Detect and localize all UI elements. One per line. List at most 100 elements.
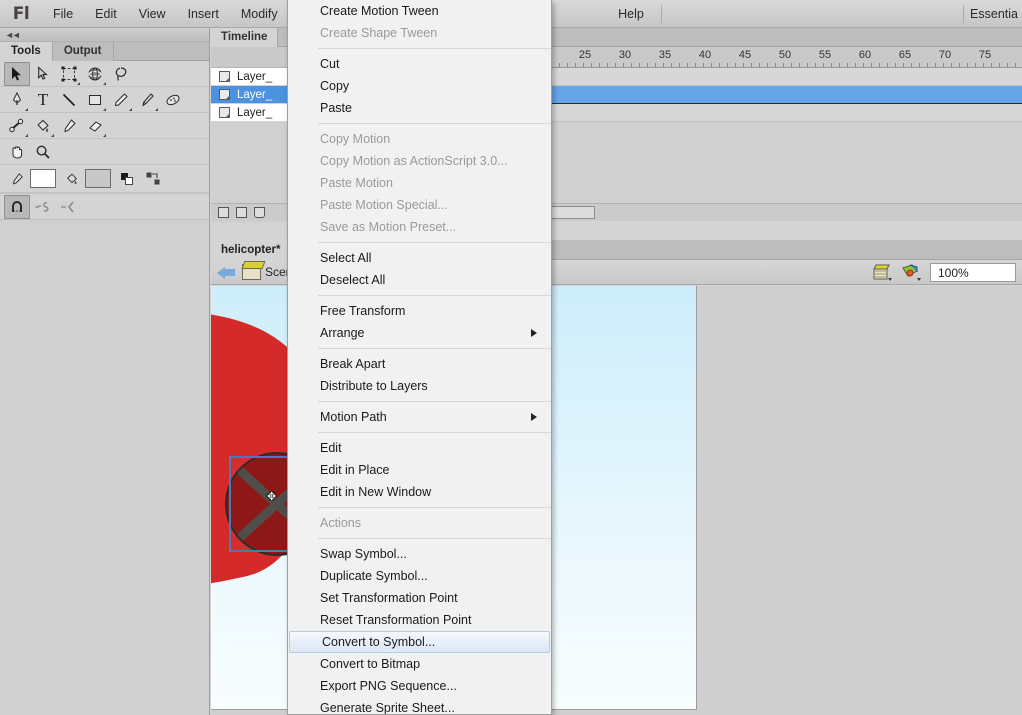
menu-item-duplicate-symbol[interactable]: Duplicate Symbol... <box>288 565 551 587</box>
straighten-option-icon[interactable] <box>56 195 82 219</box>
stroke-color-icon[interactable] <box>4 167 30 191</box>
ruler-tick <box>983 63 984 67</box>
menu-item-label: Arrange <box>320 326 364 340</box>
lasso-tool[interactable] <box>108 62 134 86</box>
tab-output[interactable]: Output <box>53 42 114 61</box>
tool-popup-corner-icon <box>25 108 28 111</box>
brush-tool[interactable] <box>134 88 160 112</box>
tools-row-view <box>0 139 209 165</box>
menu-item-edit-in-place[interactable]: Edit in Place <box>288 459 551 481</box>
ruler-tick <box>903 63 904 67</box>
pen-tool[interactable] <box>4 88 30 112</box>
menu-item-copy[interactable]: Copy <box>288 75 551 97</box>
ruler-label-35: 35 <box>659 49 671 61</box>
new-layer-icon[interactable] <box>218 207 229 218</box>
text-tool[interactable]: T <box>30 88 56 112</box>
menu-file[interactable]: File <box>42 0 84 28</box>
line-tool[interactable] <box>56 88 82 112</box>
tab-timeline[interactable]: Timeline <box>211 28 278 47</box>
menu-modify[interactable]: Modify <box>230 0 289 28</box>
tools-row-selection <box>0 61 209 87</box>
menu-item-cut[interactable]: Cut <box>288 53 551 75</box>
edit-symbols-icon[interactable] <box>901 263 923 281</box>
layer-row-1[interactable]: Layer_ <box>211 68 290 86</box>
swap-colors-button[interactable] <box>140 167 166 191</box>
paint-bucket-tool[interactable] <box>30 114 56 138</box>
back-arrow-icon[interactable] <box>217 265 236 280</box>
panel-collapse-bar[interactable]: ◄◄ <box>0 28 209 42</box>
zoom-level-input[interactable]: 100% <box>930 263 1016 282</box>
menu-item-edit-in-new-window[interactable]: Edit in New Window <box>288 481 551 503</box>
tools-row-modify <box>0 113 209 139</box>
collapse-chevrons-icon[interactable]: ◄◄ <box>5 29 19 41</box>
menu-item-edit[interactable]: Edit <box>288 437 551 459</box>
layer-type-icon <box>219 107 230 118</box>
layer-list: Layer_ Layer_ Layer_ <box>211 47 290 221</box>
menu-item-create-motion-tween[interactable]: Create Motion Tween <box>288 0 551 22</box>
ruler-tick <box>935 63 936 67</box>
delete-layer-icon[interactable] <box>254 207 265 218</box>
black-and-white-button[interactable] <box>114 167 140 191</box>
fill-color-swatch[interactable] <box>85 169 111 188</box>
bone-tool[interactable] <box>4 114 30 138</box>
selection-tool[interactable] <box>4 62 30 86</box>
ruler-tick <box>943 63 944 67</box>
eyedropper-tool[interactable] <box>56 114 82 138</box>
edit-scene-icon[interactable] <box>872 263 894 281</box>
context-menu[interactable]: Create Motion TweenCreate Shape TweenCut… <box>287 0 552 715</box>
layer-row-2[interactable]: Layer_ <box>211 86 290 104</box>
menu-item-motion-path[interactable]: Motion Path <box>288 406 551 428</box>
menu-item-set-transformation-point[interactable]: Set Transformation Point <box>288 587 551 609</box>
tools-panel: ◄◄ Tools Output <box>0 28 210 715</box>
3d-rotation-tool[interactable] <box>82 62 108 86</box>
menu-item-convert-to-bitmap[interactable]: Convert to Bitmap <box>288 653 551 675</box>
ruler-label-30: 30 <box>619 49 631 61</box>
snap-to-objects-icon[interactable] <box>4 195 30 219</box>
menu-item-convert-to-symbol[interactable]: Convert to Symbol... <box>289 631 550 653</box>
ruler-tick <box>727 63 728 67</box>
menu-item-distribute-to-layers[interactable]: Distribute to Layers <box>288 375 551 397</box>
tools-panel-empty-area <box>0 220 209 625</box>
menu-item-label: Copy Motion as ActionScript 3.0... <box>320 154 508 168</box>
deco-tool[interactable] <box>160 88 186 112</box>
tab-tools[interactable]: Tools <box>0 42 53 61</box>
menu-separator <box>318 538 551 539</box>
menu-item-swap-symbol[interactable]: Swap Symbol... <box>288 543 551 565</box>
fill-color-icon[interactable] <box>59 167 85 191</box>
menu-item-arrange[interactable]: Arrange <box>288 322 551 344</box>
layer-row-3[interactable]: Layer_ <box>211 104 290 122</box>
free-transform-tool[interactable] <box>56 62 82 86</box>
menu-item-paste-motion: Paste Motion <box>288 172 551 194</box>
menu-insert[interactable]: Insert <box>177 0 230 28</box>
menu-item-free-transform[interactable]: Free Transform <box>288 300 551 322</box>
menu-help[interactable]: Help <box>607 0 655 28</box>
layer-toolbar <box>211 203 290 221</box>
eraser-tool[interactable] <box>82 114 108 138</box>
zoom-tool[interactable] <box>30 140 56 164</box>
menu-item-deselect-all[interactable]: Deselect All <box>288 269 551 291</box>
document-tab-helicopter[interactable]: helicopter* <box>211 240 291 260</box>
scene-icon <box>242 264 261 280</box>
subselection-tool[interactable] <box>30 62 56 86</box>
hand-tool[interactable] <box>4 140 30 164</box>
menu-item-reset-transformation-point[interactable]: Reset Transformation Point <box>288 609 551 631</box>
new-folder-icon[interactable] <box>236 207 247 218</box>
menu-item-export-png-sequence[interactable]: Export PNG Sequence... <box>288 675 551 697</box>
menu-item-select-all[interactable]: Select All <box>288 247 551 269</box>
pencil-tool[interactable] <box>108 88 134 112</box>
workspace-switcher[interactable]: Essentia <box>970 7 1022 21</box>
rectangle-tool[interactable] <box>82 88 108 112</box>
menu-item-copy-motion: Copy Motion <box>288 128 551 150</box>
menu-edit[interactable]: Edit <box>84 0 128 28</box>
ruler-tick <box>775 63 776 67</box>
menu-view[interactable]: View <box>128 0 177 28</box>
ruler-label-60: 60 <box>859 49 871 61</box>
stroke-color-swatch[interactable] <box>30 169 56 188</box>
menu-item-break-apart[interactable]: Break Apart <box>288 353 551 375</box>
smooth-option-icon[interactable] <box>30 195 56 219</box>
tools-row-colors <box>0 165 209 193</box>
menu-item-generate-sprite-sheet[interactable]: Generate Sprite Sheet... <box>288 697 551 715</box>
tools-grid: T <box>0 61 209 220</box>
menu-item-paste[interactable]: Paste <box>288 97 551 119</box>
ruler-tick <box>759 63 760 67</box>
